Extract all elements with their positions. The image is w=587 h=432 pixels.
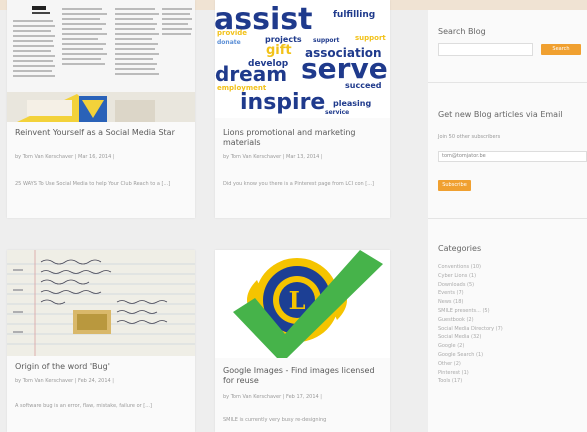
category-link[interactable]: SMILE presents... (5): [438, 307, 503, 316]
post-card[interactable]: assist fulfilling projects support gift …: [215, 0, 390, 218]
notebook-page-icon[interactable]: [7, 250, 195, 356]
divider: [428, 82, 587, 83]
email-field[interactable]: tom@tomjator.be: [438, 151, 587, 162]
post-card[interactable]: Reinvent Yourself as a Social Media Star…: [7, 0, 195, 218]
category-list: Conventions (10) Cyber Lions (1) Downloa…: [438, 263, 503, 386]
post-meta: by Tom Van Kerschaver | Mar 16, 2014 |: [15, 154, 115, 160]
word-cloud-word: support: [313, 37, 340, 44]
word-cloud-icon[interactable]: assist fulfilling projects support gift …: [215, 0, 390, 118]
category-link[interactable]: Social Media Directory (7): [438, 325, 503, 334]
subscribe-button[interactable]: Subscribe: [438, 180, 471, 191]
subscribers-text: Join 50 other subscribers: [438, 134, 501, 140]
category-link[interactable]: Guestbook (2): [438, 316, 503, 325]
post-excerpt: Did you know you there is a Pinterest pa…: [223, 181, 374, 187]
post-excerpt: SMILE is currently very busy re-designin…: [223, 417, 327, 423]
document-scan-icon[interactable]: [7, 0, 195, 122]
post-meta: by Tom Van Kerschaver | Feb 24, 2014 |: [15, 378, 114, 384]
word-cloud-word: donate: [217, 39, 241, 46]
category-link[interactable]: News (18): [438, 298, 503, 307]
word-cloud-word: inspire: [240, 90, 326, 115]
categories-heading: Categories: [438, 244, 482, 253]
post-title[interactable]: Lions promotional and marketing material…: [223, 128, 384, 148]
category-link[interactable]: Google (2): [438, 342, 503, 351]
search-button[interactable]: Search: [541, 44, 581, 55]
word-cloud-word: support: [355, 34, 386, 42]
lions-logo-checkmark-icon[interactable]: L: [215, 250, 390, 358]
word-cloud-word: employment: [217, 84, 267, 92]
category-link[interactable]: Downloads (5): [438, 281, 503, 290]
post-card[interactable]: L Google Images - Find images licensed f…: [215, 250, 390, 432]
word-cloud-word: gift: [266, 43, 292, 58]
post-meta: by Tom Van Kerschaver | Mar 13, 2014 |: [223, 154, 323, 160]
word-cloud-word: service: [325, 109, 350, 116]
word-cloud-word: serve: [301, 52, 388, 85]
word-cloud-word: fulfilling: [333, 10, 376, 20]
divider: [428, 218, 587, 219]
post-excerpt: 25 WAYS To Use Social Media to help Your…: [15, 181, 171, 187]
word-cloud-word: dream: [215, 62, 288, 86]
post-title[interactable]: Reinvent Yourself as a Social Media Star: [15, 128, 189, 138]
category-link[interactable]: Cyber Lions (1): [438, 272, 503, 281]
category-link[interactable]: Tools (17): [438, 377, 503, 386]
category-link[interactable]: Other (2): [438, 360, 503, 369]
category-link[interactable]: Events (7): [438, 289, 503, 298]
search-input[interactable]: [438, 43, 533, 56]
post-meta: by Tom Van Kerschaver | Feb 17, 2014 |: [223, 394, 322, 400]
post-card[interactable]: Origin of the word 'Bug' by Tom Van Kers…: [7, 250, 195, 432]
word-cloud-word: pleasing: [333, 99, 372, 108]
logo-letter: L: [289, 286, 306, 315]
word-cloud-word: succeed: [345, 81, 382, 90]
post-excerpt: A software bug is an error, flaw, mistak…: [15, 403, 152, 409]
word-cloud-word: provide: [217, 29, 247, 37]
category-link[interactable]: Social Media (32): [438, 333, 503, 342]
category-link[interactable]: Conventions (10): [438, 263, 503, 272]
category-link[interactable]: Google Search (1): [438, 351, 503, 360]
category-link[interactable]: Pinterest (1): [438, 369, 503, 378]
post-title[interactable]: Google Images - Find images licensed for…: [223, 366, 384, 386]
subscribe-heading: Get new Blog articles via Email: [438, 110, 563, 119]
search-heading: Search Blog: [438, 27, 486, 36]
post-title[interactable]: Origin of the word 'Bug': [15, 362, 189, 372]
